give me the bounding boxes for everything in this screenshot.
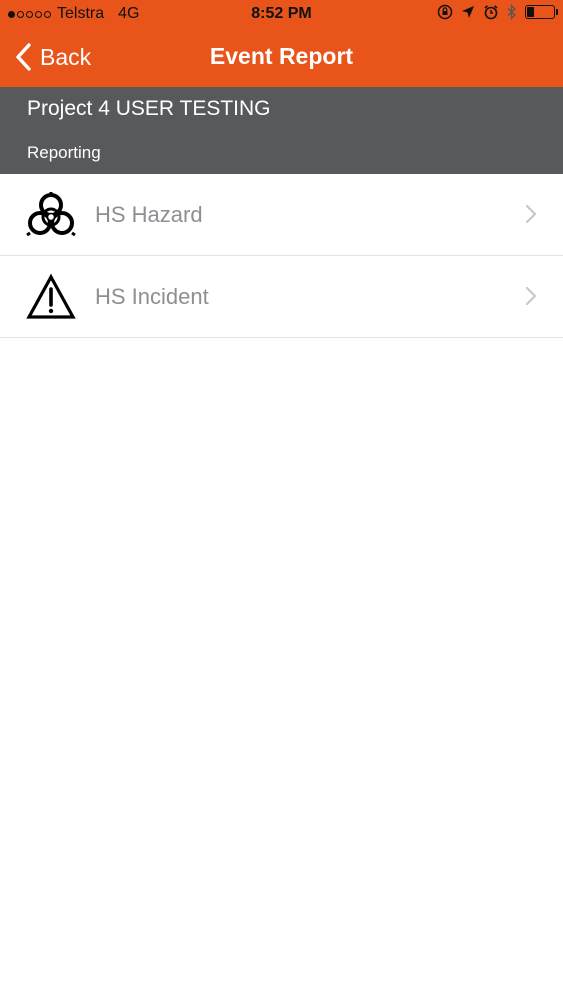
battery-icon [525, 5, 558, 19]
project-title: Project 4 USER TESTING [27, 97, 271, 120]
warning-triangle-icon [26, 273, 76, 319]
biohazard-icon [26, 192, 76, 237]
list-item-hs-hazard[interactable]: HS Hazard [0, 174, 563, 256]
project-subtitle: Reporting [27, 143, 101, 162]
alarm-clock-icon [484, 5, 498, 20]
bluetooth-icon [507, 4, 516, 20]
item-label: HS Hazard [95, 202, 203, 227]
orientation-lock-icon [437, 4, 453, 20]
project-header: Project 4 USER TESTING Reporting [0, 87, 563, 174]
top-bar: Telstra 4G 8:52 PM Back Event Report [0, 0, 563, 87]
item-label: HS Incident [95, 284, 209, 309]
navigation-bar: Back Event Report [0, 30, 563, 87]
page-title: Event Report [209, 43, 354, 69]
event-type-list: HS Hazard HS Incident [0, 174, 563, 338]
status-right [437, 4, 558, 20]
list-item-hs-incident[interactable]: HS Incident [0, 256, 563, 338]
location-arrow-icon [462, 6, 474, 18]
chevron-right-icon [525, 286, 537, 306]
chevron-right-icon [525, 204, 537, 224]
status-bar: Telstra 4G 8:52 PM [0, 0, 563, 30]
